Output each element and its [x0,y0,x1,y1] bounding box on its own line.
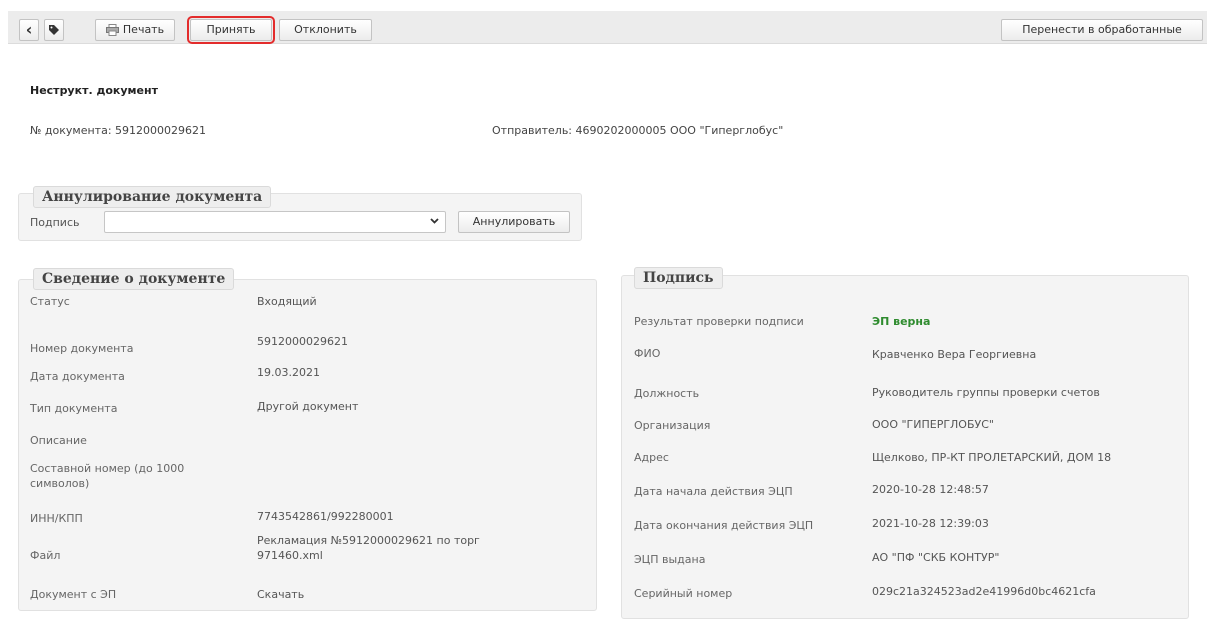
docinfo-label: Статус [30,295,70,308]
accept-button[interactable]: Принять [187,16,275,44]
docinfo-label: Файл [30,549,61,562]
print-label: Печать [122,23,165,36]
docinfo-label: Описание [30,434,87,447]
docinfo-value: 5912000029621 [257,335,348,348]
docinfo-label: Составной номер (до 1000 символов) [30,462,185,490]
docinfo-label: Тип документа [30,402,118,415]
signature-label: Должность [634,387,700,400]
print-button[interactable]: Печать [95,19,175,41]
signature-label: ЭЦП выдана [634,553,706,566]
signature-label: Адрес [634,451,669,464]
annul-signature-label: Подпись [30,216,80,229]
annul-legend: Аннулирование документа [33,186,272,208]
signature-value: 029c21a324523ad2e41996d0bc4621cfa [872,585,1096,598]
docinfo-legend: Сведение о документе [33,268,235,290]
signature-value: Щелково, ПР-КТ ПРОЛЕТАРСКИЙ, ДОМ 18 [872,451,1112,464]
tag-icon [49,25,59,35]
move-to-processed-label: Перенести в обработанные [1022,23,1182,36]
signature-value: ООО "ГИПЕРГЛОБУС" [872,418,994,431]
download-link[interactable]: Скачать [257,587,577,602]
docinfo-label: Дата документа [30,370,125,383]
sender: Отправитель: 4690202000005 ООО "Гипергло… [492,124,784,137]
signature-value: Кравченко Вера Георгиевна [872,348,1037,361]
printer-icon [105,24,119,36]
accept-label: Принять [206,23,256,36]
chevron-down-icon [430,216,439,228]
chevron-left-icon: ‹ [25,20,33,39]
annul-signature-select[interactable] [104,211,446,233]
signature-label: Результат проверки подписи [634,315,804,328]
signature-legend: Подпись [634,267,723,289]
signature-label: Дата окончания действия ЭЦП [634,519,814,532]
docinfo-value: 19.03.2021 [257,366,320,379]
docinfo-value: Входящий [257,295,317,308]
signature-value: Руководитель группы проверки счетов [872,386,1100,399]
signature-value: АО "ПФ "СКБ КОНТУР" [872,551,1000,564]
signature-label: Дата начала действия ЭЦП [634,485,793,498]
docinfo-label: Документ с ЭП [30,588,117,601]
back-button[interactable]: ‹ [19,19,39,41]
docinfo-label: Номер документа [30,342,134,355]
signature-label: ФИО [634,347,661,360]
reject-button[interactable]: Отклонить [279,19,372,41]
reject-label: Отклонить [294,23,357,36]
signature-valid-status: ЭП верна [872,315,931,328]
signature-label: Серийный номер [634,587,733,600]
signature-label: Организация [634,419,711,432]
docinfo-label: ИНН/КПП [30,512,83,525]
document-number: № документа: 5912000029621 [30,124,207,137]
docinfo-value: Другой документ [257,400,359,413]
toolbar: ‹ Печать Принять Отклонить Перенести в о… [8,11,1207,44]
signature-value: 2021-10-28 12:39:03 [872,517,989,530]
move-to-processed-button[interactable]: Перенести в обработанные [1001,19,1203,41]
tag-button[interactable] [44,19,64,41]
docinfo-file-link[interactable]: Рекламация №5912000029621 по торг 971460… [257,533,527,563]
docinfo-value: 7743542861/992280001 [257,510,394,523]
signature-value: 2020-10-28 12:48:57 [872,483,989,496]
annul-button-label: Аннулировать [472,215,556,228]
annul-button[interactable]: Аннулировать [458,211,570,233]
page-title: Неструкт. документ [30,84,158,97]
